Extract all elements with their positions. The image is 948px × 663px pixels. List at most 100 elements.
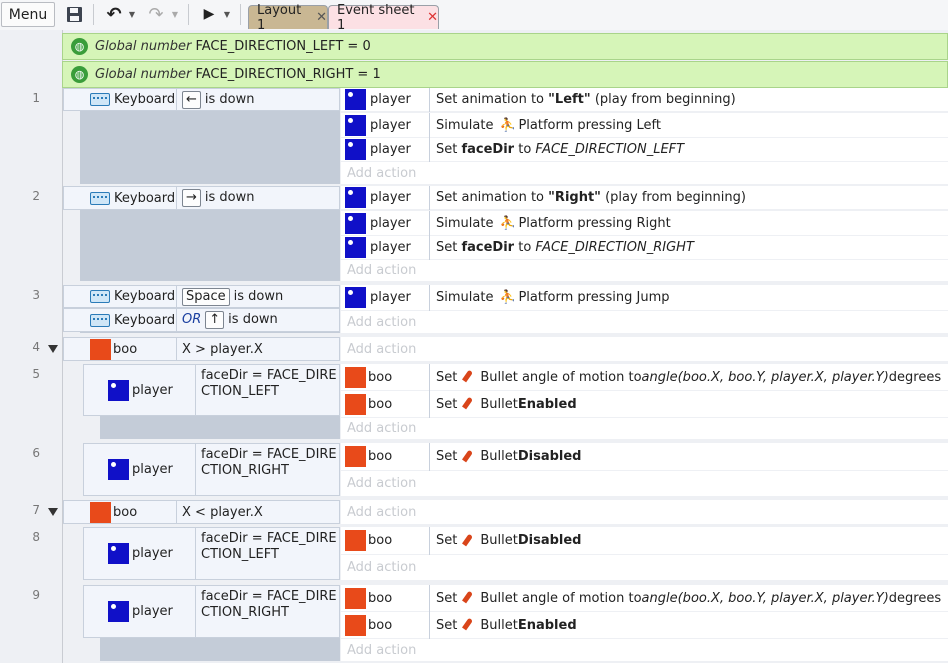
- action-label: Simulate: [436, 117, 494, 133]
- player-sprite-icon: [345, 187, 366, 208]
- divider: [429, 113, 430, 138]
- collapse-arrow-icon[interactable]: [48, 508, 58, 516]
- platform-behavior-icon: ⛹: [499, 117, 516, 133]
- action-row[interactable]: player Set animation to "Right" (play fr…: [341, 186, 948, 210]
- tab-layout-1[interactable]: Layout 1 ✕: [248, 3, 328, 33]
- expression: angle(boo.X, boo.Y, player.X, player.Y): [641, 369, 889, 385]
- condition-keyboard-up[interactable]: Keyboard OR ↑ is down: [63, 308, 340, 332]
- action-row[interactable]: boo Set Bullet Disabled: [341, 527, 948, 555]
- player-sprite-icon: [345, 139, 366, 160]
- condition-player-facedir[interactable]: player faceDir = FACE_DIRECTION_LEFT: [83, 364, 340, 416]
- action-label: Set animation to: [436, 92, 549, 107]
- divider: [176, 501, 177, 523]
- close-icon[interactable]: ✕: [316, 10, 327, 25]
- condition-player-facedir[interactable]: player faceDir = FACE_DIRECTION_RIGHT: [83, 585, 340, 638]
- global-var-name: FACE_DIRECTION_RIGHT: [195, 67, 354, 82]
- condition-player-facedir[interactable]: player faceDir = FACE_DIRECTION_RIGHT: [83, 443, 340, 496]
- condition-boo-compare[interactable]: boo X < player.X: [63, 500, 340, 524]
- tab-label: Layout 1: [257, 2, 302, 33]
- action-row[interactable]: player Set animation to "Left" (play fro…: [341, 88, 948, 112]
- collapse-arrow-icon[interactable]: [48, 345, 58, 353]
- add-action-link[interactable]: Add action: [341, 311, 948, 333]
- action-row[interactable]: player Simulate ⛹ Platform pressing Left: [341, 113, 948, 138]
- divider: [176, 309, 177, 331]
- add-action-link[interactable]: Add action: [341, 337, 948, 361]
- condition-keyboard-space[interactable]: Keyboard Space is down: [63, 285, 340, 308]
- global-var-value: = 1: [357, 67, 381, 82]
- bullet-behavior-icon: [462, 370, 474, 384]
- condition-boo-compare[interactable]: boo X > player.X: [63, 337, 340, 361]
- action-row[interactable]: player Set faceDir to FACE_DIRECTION_RIG…: [341, 236, 948, 260]
- action-object: boo: [368, 449, 393, 464]
- condition-label: faceDir = FACE_DIRECTION_RIGHT: [201, 589, 337, 620]
- boo-sprite-icon: [345, 614, 366, 636]
- variable-name: faceDir: [461, 142, 515, 157]
- condition-text: OR ↑ is down: [182, 311, 278, 329]
- action-row[interactable]: player Simulate ⛹ Platform pressing Jump: [341, 285, 948, 311]
- divider: [429, 612, 430, 639]
- play-dropdown-icon[interactable]: ▼: [222, 2, 232, 26]
- bullet-behavior-icon: [462, 397, 474, 411]
- key-badge: ←: [182, 90, 201, 109]
- action-object: player: [370, 290, 411, 305]
- add-action-link[interactable]: Add action: [341, 639, 948, 661]
- action-text: Set Bullet Enabled: [436, 397, 577, 412]
- play-icon[interactable]: ▶: [198, 2, 220, 26]
- condition-player-facedir[interactable]: player faceDir = FACE_DIRECTION_LEFT: [83, 527, 340, 580]
- undo-icon[interactable]: ↶: [103, 2, 125, 26]
- event-number: 5: [32, 367, 40, 381]
- behavior-action: Platform pressing Right: [518, 215, 671, 231]
- action-text: Set faceDir to FACE_DIRECTION_RIGHT: [436, 240, 694, 255]
- variable-name: faceDir: [461, 240, 515, 255]
- action-row[interactable]: player Set faceDir to FACE_DIRECTION_LEF…: [341, 138, 948, 162]
- divider: [176, 187, 177, 209]
- add-action-link[interactable]: Add action: [341, 418, 948, 439]
- condition-object: boo: [113, 504, 138, 520]
- global-variable-row[interactable]: ◍ Global number FACE_DIRECTION_RIGHT = 1: [62, 61, 948, 88]
- condition-keyboard-right[interactable]: Keyboard → is down: [63, 186, 340, 210]
- behavior-action: Bullet: [480, 617, 518, 633]
- condition-keyboard-left[interactable]: Keyboard ← is down: [63, 88, 340, 111]
- add-action-link[interactable]: Add action: [341, 260, 948, 281]
- toolbar-divider: [93, 4, 94, 25]
- action-label: Set: [436, 449, 458, 464]
- save-icon[interactable]: [62, 2, 86, 26]
- action-value: Enabled: [517, 396, 577, 412]
- menu-button[interactable]: Menu: [1, 2, 55, 27]
- add-action-link[interactable]: Add action: [341, 162, 948, 184]
- behavior-action: Platform pressing Left: [518, 117, 661, 133]
- add-action-link[interactable]: Add action: [341, 471, 948, 496]
- add-action-link[interactable]: Add action: [341, 500, 948, 524]
- event-number: 6: [32, 446, 40, 460]
- redo-dropdown-icon[interactable]: ▼: [170, 2, 180, 26]
- redo-icon[interactable]: ↷: [145, 2, 167, 26]
- expression: angle(boo.X, boo.Y, player.X, player.Y): [641, 590, 889, 606]
- action-label: Set: [436, 240, 462, 255]
- action-row[interactable]: player Simulate ⛹ Platform pressing Right: [341, 211, 948, 236]
- event-number: 2: [32, 189, 40, 203]
- divider: [429, 211, 430, 236]
- global-var-name: FACE_DIRECTION_LEFT: [195, 39, 344, 54]
- action-row[interactable]: boo Set Bullet angle of motion to angle(b…: [341, 585, 948, 612]
- boo-sprite-icon: [345, 587, 366, 609]
- boo-sprite-icon: [90, 338, 111, 360]
- add-action-link[interactable]: Add action: [341, 555, 948, 580]
- condition-label: faceDir = FACE_DIRECTION_LEFT: [201, 531, 337, 562]
- action-value: "Right": [548, 190, 601, 205]
- boo-sprite-icon: [345, 446, 366, 467]
- action-label: to: [514, 240, 536, 255]
- action-row[interactable]: boo Set Bullet angle of motion to angle(b…: [341, 364, 948, 391]
- action-object: boo: [368, 533, 393, 548]
- condition-object: boo: [113, 341, 138, 357]
- bullet-behavior-icon: [462, 450, 474, 464]
- action-row[interactable]: boo Set Bullet Enabled: [341, 391, 948, 418]
- global-variable-row[interactable]: ◍ Global number FACE_DIRECTION_LEFT = 0: [62, 33, 948, 60]
- tab-event-sheet-1[interactable]: Event sheet 1 ✕: [328, 3, 439, 33]
- divider: [429, 138, 430, 162]
- action-value: Disabled: [517, 449, 582, 464]
- undo-dropdown-icon[interactable]: ▼: [127, 2, 137, 26]
- action-row[interactable]: boo Set Bullet Disabled: [341, 443, 948, 471]
- action-object: boo: [368, 617, 393, 633]
- action-row[interactable]: boo Set Bullet Enabled: [341, 612, 948, 639]
- close-icon[interactable]: ✕: [427, 10, 438, 25]
